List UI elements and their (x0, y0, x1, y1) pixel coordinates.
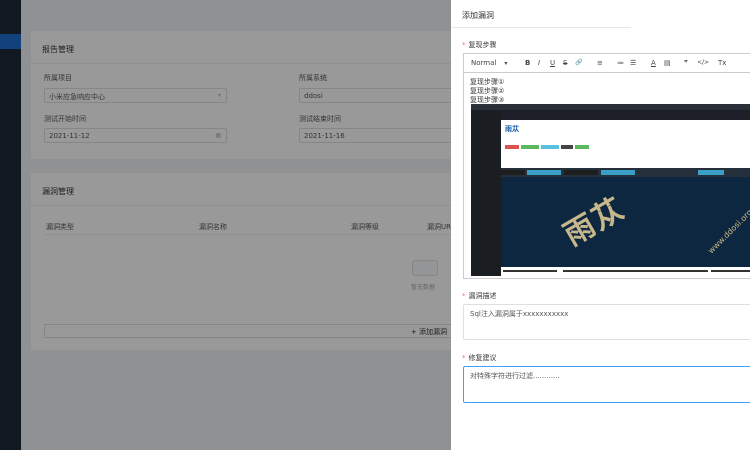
image-line (711, 270, 750, 272)
image-watermark: www.ddosi.org (706, 207, 750, 256)
editor-content[interactable]: 复现步骤① 复现步骤② 复现步骤③ (470, 78, 504, 105)
image-nav-item (564, 170, 598, 175)
image-side-pattern (471, 110, 501, 276)
drawer-title: 添加漏洞 (462, 11, 494, 20)
chevron-down-icon: ▾ (504, 60, 508, 67)
steps-rich-editor[interactable]: Normal ▾ B I U S 🔗 ≡ ≔ ☰ A ▤ ❞ </> Tx 复现步… (463, 53, 750, 279)
fix-label: * 修复建议 (462, 353, 497, 363)
required-mark: * (462, 354, 466, 362)
desc-textarea[interactable]: Sql注入漏洞属于xxxxxxxxxxx (463, 304, 750, 340)
image-tag (561, 145, 573, 149)
image-line (563, 270, 708, 272)
add-vuln-drawer: 添加漏洞 * 复现步骤 Normal ▾ B I U S 🔗 ≡ ≔ ☰ A ▤ ❞… (451, 0, 750, 450)
image-line (503, 270, 557, 272)
step-line: 复现步骤① (470, 78, 505, 86)
step-line: 复现步骤② (470, 87, 505, 95)
text-color-icon[interactable]: A (651, 59, 656, 67)
required-mark: * (462, 292, 466, 300)
bullet-list-icon[interactable]: ☰ (630, 59, 636, 67)
image-header-strip (471, 110, 750, 120)
format-select[interactable]: Normal ▾ (471, 59, 507, 67)
background-color-icon[interactable]: ▤ (664, 59, 671, 67)
image-nav-item (601, 170, 635, 175)
image-tag (541, 145, 559, 149)
image-site-nav (501, 168, 750, 177)
strike-button[interactable]: S (563, 59, 567, 67)
align-icon[interactable]: ≡ (597, 59, 603, 67)
modal-overlay[interactable] (0, 0, 451, 450)
image-tag (521, 145, 539, 149)
italic-button[interactable]: I (538, 59, 540, 67)
desc-label-text: 漏洞描述 (468, 292, 497, 300)
fix-textarea[interactable]: 对特殊字符进行过滤............ (463, 366, 750, 403)
embedded-screenshot-image: 雨苁 雨苁 www.ddosi.org (471, 104, 750, 276)
fix-label-text: 修复建议 (468, 354, 497, 362)
drawer-divider (451, 27, 631, 28)
steps-label: * 复现步骤 (462, 40, 497, 50)
format-value: Normal (471, 59, 497, 67)
clear-format-icon[interactable]: Tx (718, 59, 726, 67)
image-nav-item (501, 170, 525, 175)
bold-button[interactable]: B (525, 59, 530, 67)
image-tag (505, 145, 519, 149)
image-bottom-bar (501, 267, 750, 276)
image-site-logo: 雨苁 (505, 125, 519, 133)
image-site-header: 雨苁 (501, 120, 750, 168)
desc-label: * 漏洞描述 (462, 291, 497, 301)
image-stamp-graphic: 雨苁 (558, 190, 632, 254)
quote-icon[interactable]: ❞ (684, 59, 688, 67)
editor-toolbar: Normal ▾ B I U S 🔗 ≡ ≔ ☰ A ▤ ❞ </> Tx (464, 54, 750, 73)
image-tag (575, 145, 589, 149)
image-nav-item (698, 170, 724, 175)
image-site-banner: 雨苁 www.ddosi.org (501, 177, 750, 267)
underline-button[interactable]: U (550, 59, 555, 67)
code-icon[interactable]: </> (697, 59, 709, 66)
link-icon[interactable]: 🔗 (575, 59, 582, 66)
ordered-list-icon[interactable]: ≔ (617, 59, 624, 67)
image-nav-item (527, 170, 561, 175)
required-mark: * (462, 41, 466, 49)
steps-label-text: 复现步骤 (468, 41, 497, 49)
